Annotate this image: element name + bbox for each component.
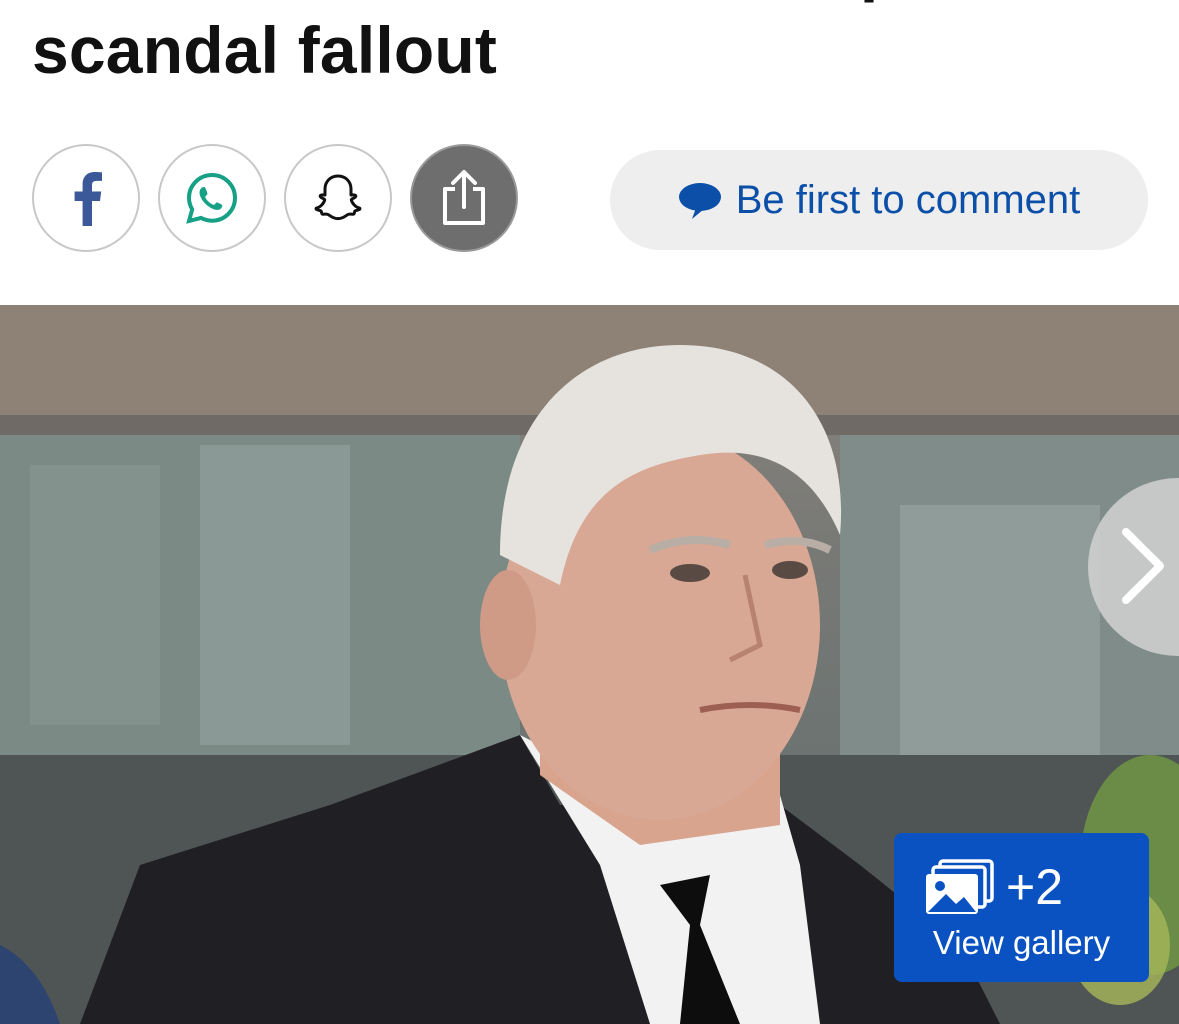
article-main-photo[interactable]: +2 View gallery xyxy=(0,305,1179,1024)
headline-area: Prince Andrew seeks to repair scandal fa… xyxy=(0,0,1179,110)
article-headline: Prince Andrew seeks to repair scandal fa… xyxy=(32,0,982,92)
gallery-count: +2 xyxy=(1006,859,1064,915)
article-page: Prince Andrew seeks to repair scandal fa… xyxy=(0,0,1179,1024)
chevron-right-icon xyxy=(1122,528,1164,604)
facebook-share-button[interactable] xyxy=(32,144,140,252)
facebook-icon xyxy=(74,172,102,226)
comments-button[interactable]: Be first to comment xyxy=(610,150,1148,250)
photo-gallery-icon xyxy=(926,859,994,914)
gallery-label: View gallery xyxy=(932,924,1111,961)
whatsapp-icon xyxy=(186,172,238,224)
snapchat-icon xyxy=(314,174,362,221)
headline-line-2: scandal fallout xyxy=(32,13,498,87)
comments-label: Be first to comment xyxy=(735,177,1081,222)
speech-bubble-icon xyxy=(678,183,721,219)
whatsapp-share-button[interactable] xyxy=(158,144,266,252)
headline-line-1: Prince Andrew seeks to repair xyxy=(32,0,982,8)
native-share-button[interactable] xyxy=(410,144,518,252)
snapchat-share-button[interactable] xyxy=(284,144,392,252)
view-gallery-button[interactable]: +2 View gallery xyxy=(894,833,1149,982)
share-icon xyxy=(443,170,485,225)
